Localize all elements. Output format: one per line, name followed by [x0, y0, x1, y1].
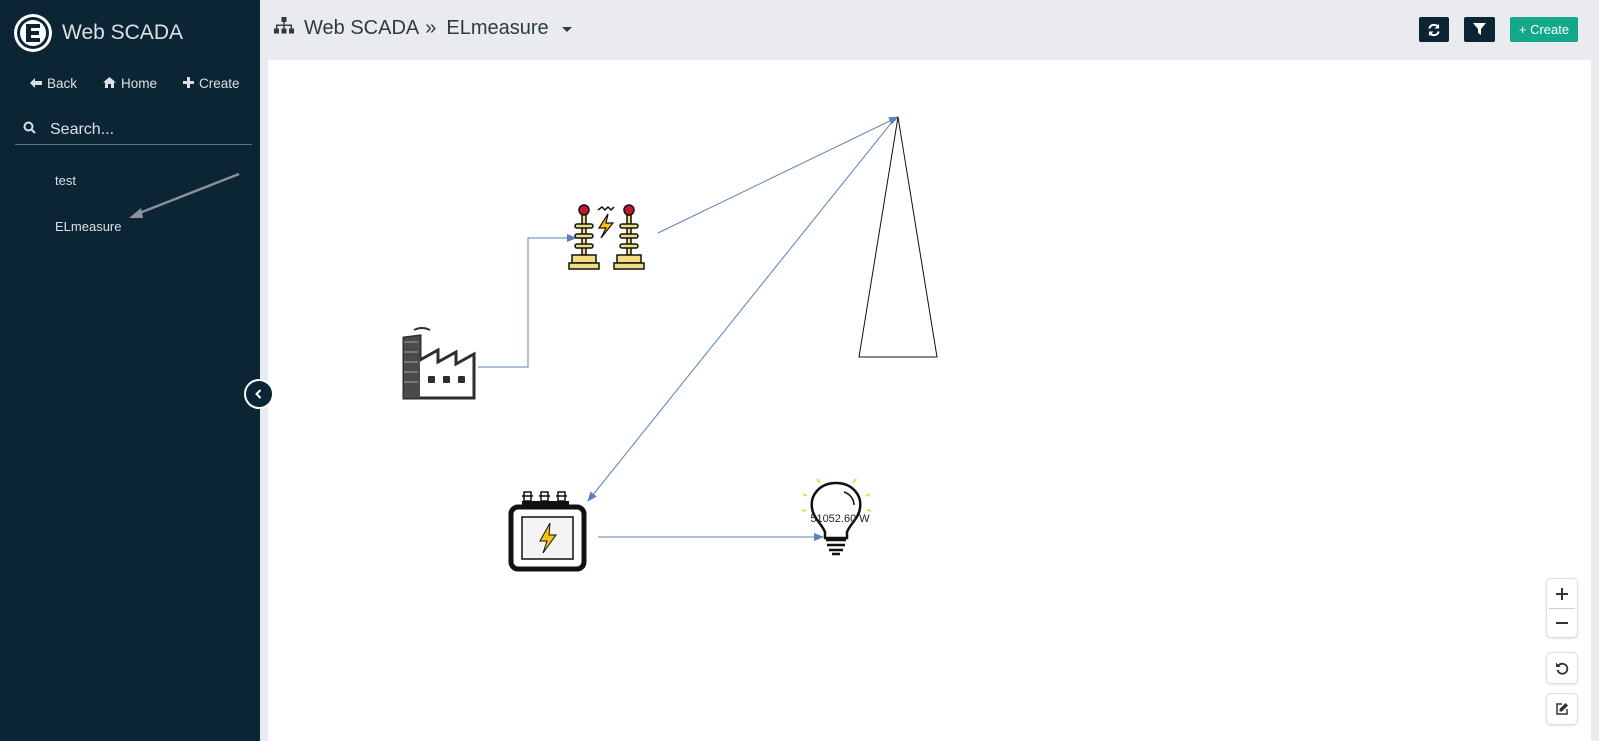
bulb-power-reading: 51052.60 W [810, 513, 870, 525]
zoom-out-button[interactable] [1556, 609, 1568, 637]
arrow-left-icon [30, 76, 42, 91]
factory-icon[interactable] [402, 327, 476, 400]
diagram-canvas[interactable]: 51052.60 W [268, 60, 1591, 741]
zoom-controls [1546, 578, 1578, 638]
minus-icon [1556, 621, 1568, 624]
breadcrumb-root[interactable]: Web SCADA [304, 17, 419, 40]
plus-icon [183, 76, 195, 91]
connector-substation-tower [657, 116, 899, 234]
search-icon [23, 121, 36, 139]
breadcrumb: Web SCADA » ELmeasure [274, 17, 579, 40]
connector-tower-transformer [587, 116, 897, 502]
edit-icon [1556, 703, 1568, 715]
create-label: Create [199, 76, 240, 91]
sidebar-nav: Back Home Create [30, 76, 240, 91]
breadcrumb-current: ELmeasure [446, 17, 549, 39]
sitemap-icon [274, 17, 294, 40]
create-node-button[interactable]: Create [183, 76, 240, 91]
home-icon [103, 76, 117, 91]
pointer-arrow-icon [129, 172, 240, 218]
filter-button[interactable] [1464, 17, 1495, 42]
zoom-in-button[interactable] [1556, 580, 1568, 608]
edit-diagram-button[interactable] [1546, 693, 1578, 725]
refresh-button[interactable] [1419, 17, 1449, 42]
caret-down-icon[interactable] [561, 17, 573, 40]
tree-item-test[interactable]: test [55, 173, 76, 188]
reset-view-button[interactable] [1546, 652, 1578, 684]
connector-factory-substation [478, 234, 577, 368]
create-button[interactable]: + Create [1510, 17, 1578, 42]
transformer-icon[interactable] [508, 491, 587, 572]
home-button[interactable]: Home [103, 76, 157, 91]
sidebar: Web SCADA Back Home Create test ELmeasu [0, 0, 260, 741]
filter-icon [1473, 23, 1486, 35]
refresh-icon [1428, 23, 1440, 36]
tower-shape [858, 116, 938, 358]
collapse-sidebar-button[interactable] [244, 379, 274, 409]
back-button[interactable]: Back [30, 76, 77, 91]
breadcrumb-separator: » [425, 17, 437, 39]
plus-icon [1556, 587, 1568, 600]
home-label: Home [121, 76, 158, 91]
app-title: Web SCADA [62, 21, 183, 44]
search-box [15, 116, 252, 145]
chevron-left-icon [255, 389, 262, 399]
substation-icon[interactable] [568, 204, 645, 270]
top-bar: Web SCADA » ELmeasure + Create [260, 0, 1599, 58]
search-input[interactable] [48, 120, 232, 140]
brand[interactable]: Web SCADA [14, 14, 183, 52]
tree-item-elmeasure[interactable]: ELmeasure [55, 219, 121, 234]
app-logo-icon [14, 14, 52, 52]
back-label: Back [47, 76, 78, 91]
undo-icon [1556, 662, 1569, 675]
diagram-svg: 51052.60 W [402, 116, 938, 572]
